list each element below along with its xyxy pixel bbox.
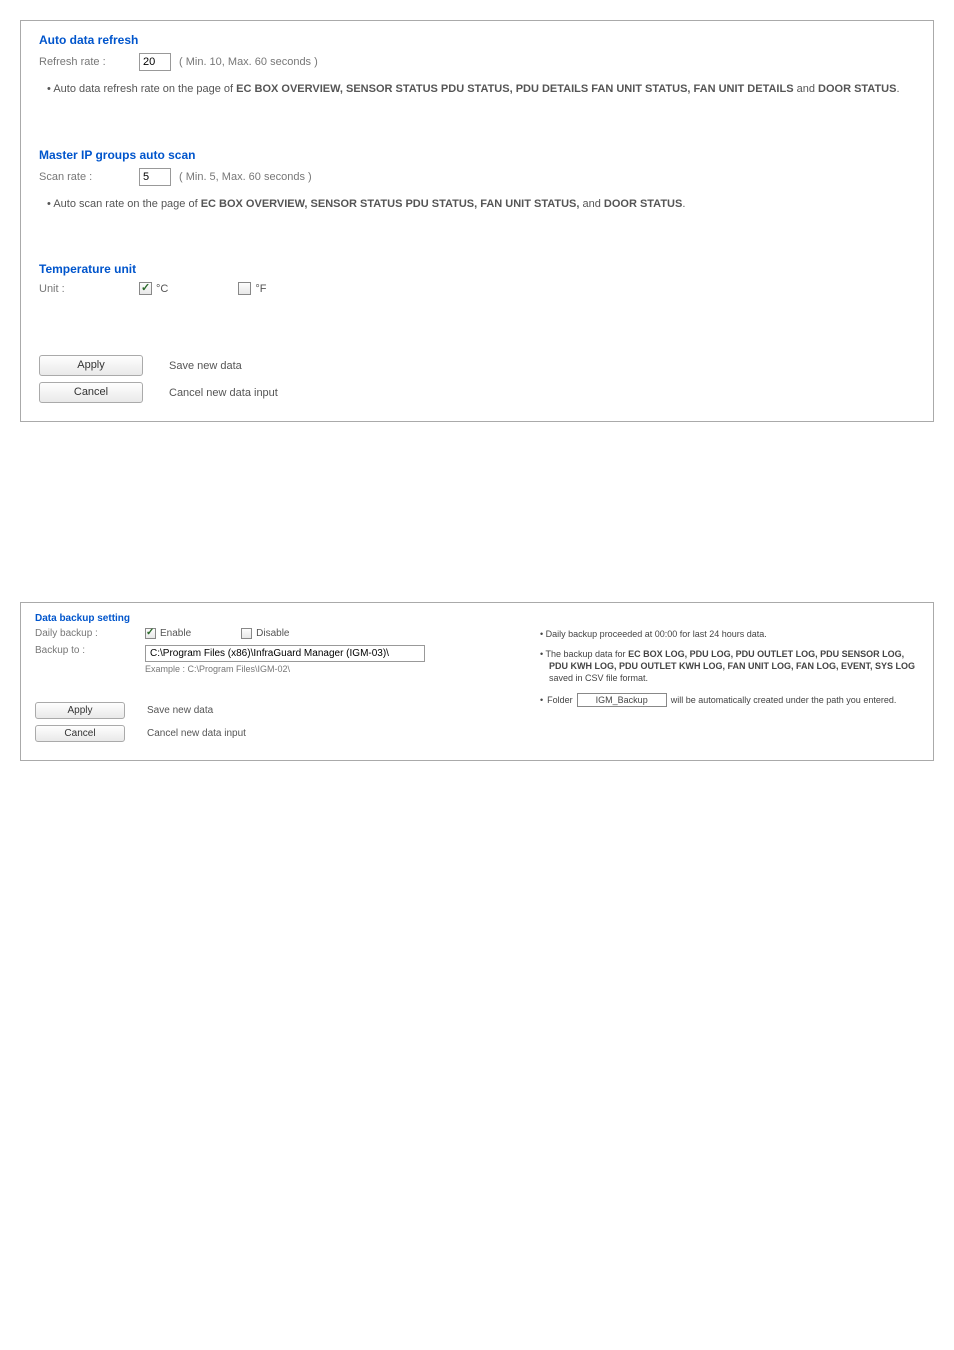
backup-folder-note: Folder IGM_Backup will be automatically … xyxy=(535,693,919,707)
backup-apply-button[interactable]: Apply xyxy=(35,702,125,719)
daily-backup-label: Daily backup : xyxy=(35,628,145,639)
auto-scan-title: Master IP groups auto scan xyxy=(39,148,915,162)
enable-checkbox[interactable] xyxy=(145,628,156,639)
apply-button[interactable]: Apply xyxy=(39,355,143,376)
folder-name-box: IGM_Backup xyxy=(577,693,667,707)
backup-apply-desc: Save new data xyxy=(147,705,213,716)
cancel-desc: Cancel new data input xyxy=(169,387,278,399)
fahrenheit-label: °F xyxy=(255,283,266,295)
auto-refresh-note: Auto data refresh rate on the page of EC… xyxy=(39,81,915,98)
scan-rate-input[interactable] xyxy=(139,168,171,186)
settings-panel-1: Auto data refresh Refresh rate : ( Min. … xyxy=(20,20,934,422)
cancel-button[interactable]: Cancel xyxy=(39,382,143,403)
temp-unit-label: Unit : xyxy=(39,283,139,295)
refresh-rate-hint: ( Min. 10, Max. 60 seconds ) xyxy=(179,56,318,68)
celsius-label: °C xyxy=(156,283,168,295)
backup-title: Data backup setting xyxy=(35,613,919,624)
disable-checkbox[interactable] xyxy=(241,628,252,639)
temp-unit-title: Temperature unit xyxy=(39,262,915,276)
refresh-rate-input[interactable] xyxy=(139,53,171,71)
backup-note-1: Daily backup proceeded at 00:00 for last… xyxy=(535,628,919,640)
scan-rate-label: Scan rate : xyxy=(39,171,139,183)
backup-panel: Data backup setting Daily backup : Enabl… xyxy=(20,602,934,761)
auto-refresh-title: Auto data refresh xyxy=(39,33,915,47)
scan-rate-hint: ( Min. 5, Max. 60 seconds ) xyxy=(179,171,312,183)
celsius-checkbox[interactable] xyxy=(139,282,152,295)
auto-scan-note: Auto scan rate on the page of EC BOX OVE… xyxy=(39,196,915,213)
folder-pre: Folder xyxy=(547,695,573,705)
auto-refresh-section: Auto data refresh Refresh rate : ( Min. … xyxy=(39,33,915,98)
backup-note-2: The backup data for EC BOX LOG, PDU LOG,… xyxy=(535,648,919,684)
backup-left-col: Daily backup : Enable Disable Backup to … xyxy=(35,628,495,742)
backup-cancel-desc: Cancel new data input xyxy=(147,728,246,739)
auto-scan-section: Master IP groups auto scan Scan rate : (… xyxy=(39,148,915,213)
backup-example: Example : C:\Program Files\IGM-02\ xyxy=(145,664,425,674)
refresh-rate-label: Refresh rate : xyxy=(39,56,139,68)
enable-label: Enable xyxy=(160,628,191,639)
backup-right-col: Daily backup proceeded at 00:00 for last… xyxy=(535,628,919,742)
temp-unit-section: Temperature unit Unit : °C °F xyxy=(39,262,915,295)
fahrenheit-checkbox[interactable] xyxy=(238,282,251,295)
disable-label: Disable xyxy=(256,628,289,639)
backup-cancel-button[interactable]: Cancel xyxy=(35,725,125,742)
backup-to-label: Backup to : xyxy=(35,645,145,656)
folder-post: will be automatically created under the … xyxy=(671,695,897,705)
backup-path-input[interactable] xyxy=(145,645,425,662)
apply-desc: Save new data xyxy=(169,360,242,372)
